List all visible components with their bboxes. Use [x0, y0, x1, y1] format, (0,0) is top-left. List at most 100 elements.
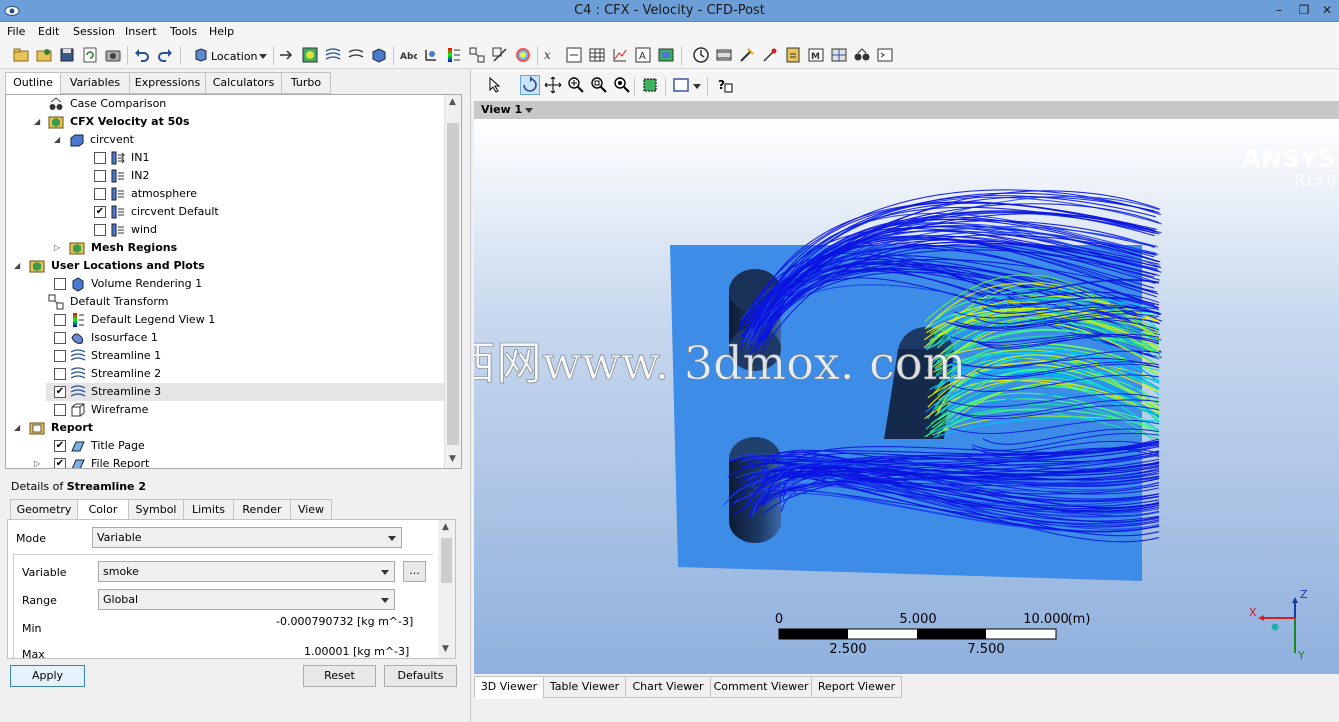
- function-calculator-icon[interactable]: [784, 46, 802, 64]
- particle-track-icon[interactable]: [347, 46, 365, 64]
- pan-icon[interactable]: [544, 76, 562, 94]
- visibility-checkbox[interactable]: [94, 170, 106, 182]
- save-state-icon[interactable]: [58, 46, 76, 64]
- timestep-icon[interactable]: [692, 46, 710, 64]
- menu-insert[interactable]: Insert: [125, 25, 157, 38]
- load-results-icon[interactable]: [35, 46, 53, 64]
- tree-item-isosurface[interactable]: Isosurface 1: [6, 329, 446, 347]
- color-map-icon[interactable]: [514, 46, 532, 64]
- menu-file[interactable]: File: [7, 25, 25, 38]
- tree-item-file-report[interactable]: ▷ ✔ File Report: [6, 455, 446, 468]
- tab-render[interactable]: Render: [233, 499, 291, 521]
- tree-item-circvent[interactable]: ◢ circvent: [6, 131, 446, 149]
- tree-item-streamline-1[interactable]: Streamline 1: [6, 347, 446, 365]
- figure-icon[interactable]: [657, 46, 675, 64]
- mesh-calculator-icon[interactable]: [830, 46, 848, 64]
- variable-icon[interactable]: x: [542, 46, 560, 64]
- mode-select[interactable]: Variable: [92, 527, 402, 548]
- tree-item-wireframe[interactable]: Wireframe: [6, 401, 446, 419]
- load-state-icon[interactable]: [12, 46, 30, 64]
- command-editor-icon[interactable]: [876, 46, 894, 64]
- visibility-checkbox[interactable]: [54, 350, 66, 362]
- scrollbar-thumb[interactable]: [447, 123, 459, 445]
- tab-outline[interactable]: Outline: [5, 72, 61, 95]
- scroll-up-icon[interactable]: ▲: [449, 97, 456, 107]
- tab-comment-viewer[interactable]: Comment Viewer: [710, 676, 812, 698]
- tab-limits[interactable]: Limits: [183, 499, 234, 521]
- chevron-down-icon[interactable]: [525, 108, 533, 113]
- tab-3d-viewer[interactable]: 3D Viewer: [474, 676, 544, 699]
- tree-item-default-legend[interactable]: Default Legend View 1: [6, 311, 446, 329]
- defaults-button[interactable]: Defaults: [384, 665, 457, 687]
- visibility-checkbox[interactable]: ✔: [94, 206, 106, 218]
- undo-icon[interactable]: [133, 46, 151, 64]
- tree-item-case-comparison[interactable]: Case Comparison: [6, 95, 446, 113]
- rotate-icon[interactable]: [520, 75, 540, 95]
- visibility-checkbox[interactable]: [94, 152, 106, 164]
- vector-icon[interactable]: [278, 46, 296, 64]
- tree-item-wind[interactable]: wind: [6, 221, 446, 239]
- zoom-fit-icon[interactable]: [613, 76, 631, 94]
- visibility-checkbox[interactable]: ✔: [54, 440, 66, 452]
- tree-item-in1[interactable]: IN1: [6, 149, 446, 167]
- legend-icon[interactable]: [445, 46, 463, 64]
- view-selector[interactable]: View 1: [481, 103, 522, 116]
- visibility-checkbox[interactable]: [94, 224, 106, 236]
- macro-calculator-icon[interactable]: M: [807, 46, 825, 64]
- tree-item-atmosphere[interactable]: atmosphere: [6, 185, 446, 203]
- text-icon[interactable]: Abc: [399, 46, 417, 64]
- apply-button[interactable]: Apply: [10, 665, 85, 687]
- tab-report-viewer[interactable]: Report Viewer: [811, 676, 902, 698]
- tree-item-user-locations[interactable]: ◢ User Locations and Plots: [6, 257, 446, 275]
- expand-icon[interactable]: ▷: [54, 243, 63, 252]
- tab-expressions[interactable]: Expressions: [129, 72, 206, 94]
- tab-calculators[interactable]: Calculators: [205, 72, 282, 94]
- tab-symbol[interactable]: Symbol: [128, 499, 184, 521]
- tree-item-title-page[interactable]: ✔ Title Page: [6, 437, 446, 455]
- tab-chart-viewer[interactable]: Chart Viewer: [625, 676, 711, 698]
- probe-icon[interactable]: [761, 46, 779, 64]
- chart-icon[interactable]: [611, 46, 629, 64]
- clip-plane-icon[interactable]: [491, 46, 509, 64]
- expand-icon[interactable]: ▷: [34, 459, 43, 468]
- contour-icon[interactable]: [301, 46, 319, 64]
- tree-item-mesh-regions[interactable]: ▷ Mesh Regions: [6, 239, 446, 257]
- variable-select[interactable]: smoke: [98, 561, 395, 582]
- select-icon[interactable]: [486, 76, 504, 94]
- location-dropdown[interactable]: Location: [190, 45, 270, 66]
- expression-icon[interactable]: [565, 46, 583, 64]
- tree-item-report[interactable]: ◢ Report: [6, 419, 446, 437]
- streamline-icon[interactable]: [324, 46, 342, 64]
- details-scrollbar[interactable]: ▲ ▼: [438, 520, 455, 658]
- table-icon[interactable]: [588, 46, 606, 64]
- tree-item-in2[interactable]: IN2: [6, 167, 446, 185]
- scrollbar-thumb[interactable]: [441, 538, 452, 583]
- save-picture-icon[interactable]: [104, 46, 122, 64]
- tree-item-cfx-velocity[interactable]: ◢ CFX Velocity at 50s: [6, 113, 446, 131]
- close-button[interactable]: ✕: [1313, 0, 1339, 22]
- coordinate-frame-icon[interactable]: [422, 46, 440, 64]
- refresh-icon[interactable]: [81, 46, 99, 64]
- tree-item-circvent-default[interactable]: ✔ circvent Default: [6, 203, 446, 221]
- tree-item-streamline-2[interactable]: Streamline 2: [6, 365, 446, 383]
- tab-view[interactable]: View: [290, 499, 332, 521]
- visibility-checkbox[interactable]: [54, 404, 66, 416]
- scroll-down-icon[interactable]: ▼: [449, 454, 456, 464]
- zoom-icon[interactable]: [567, 76, 585, 94]
- 3d-viewport[interactable]: ANSYS R15.0 0 5.000 10.000 (m) 2.500 7.5…: [474, 119, 1339, 674]
- collapse-icon[interactable]: ◢: [14, 423, 23, 432]
- tree-item-streamline-3[interactable]: ✔ Streamline 3: [46, 383, 444, 401]
- collapse-icon[interactable]: ◢: [34, 117, 43, 126]
- visibility-checkbox[interactable]: ✔: [54, 386, 66, 398]
- scroll-down-icon[interactable]: ▼: [442, 644, 449, 654]
- tab-variables[interactable]: Variables: [60, 72, 130, 94]
- collapse-icon[interactable]: ◢: [54, 135, 63, 144]
- zoom-box-icon[interactable]: [590, 76, 608, 94]
- tree-item-default-transform[interactable]: Default Transform: [6, 293, 446, 311]
- minimize-button[interactable]: –: [1265, 0, 1293, 22]
- visibility-checkbox[interactable]: [54, 278, 66, 290]
- menu-tools[interactable]: Tools: [170, 25, 197, 38]
- visibility-checkbox[interactable]: [54, 332, 66, 344]
- help-icon[interactable]: ?: [716, 76, 734, 94]
- menu-edit[interactable]: Edit: [38, 25, 59, 38]
